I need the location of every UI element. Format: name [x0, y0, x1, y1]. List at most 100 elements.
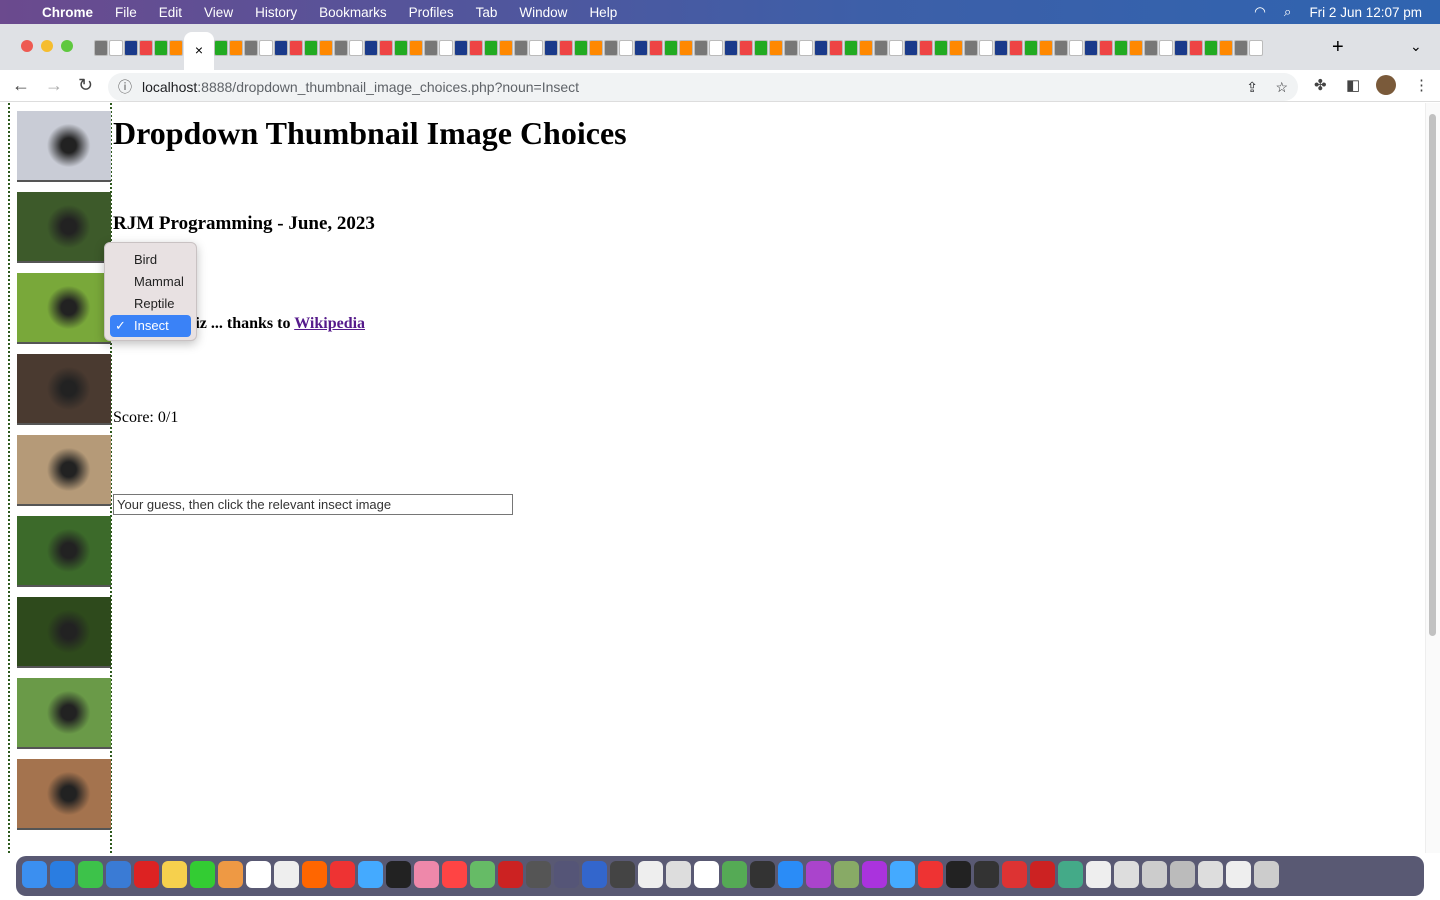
tab-favicon[interactable] [784, 40, 798, 56]
tab-favicon[interactable] [274, 40, 288, 56]
tab-favicon[interactable] [1129, 40, 1143, 56]
dock-app-icon[interactable] [1114, 861, 1139, 888]
tab-favicon[interactable] [589, 40, 603, 56]
tab-favicon[interactable] [559, 40, 573, 56]
tab-favicon[interactable] [1249, 40, 1263, 56]
insect-thumbnail[interactable] [17, 354, 111, 425]
tab-favicon[interactable] [109, 40, 123, 56]
dock-app-icon[interactable] [778, 861, 803, 888]
tab-favicon[interactable] [169, 40, 183, 56]
option-reptile[interactable]: Reptile [110, 293, 191, 315]
wikipedia-link[interactable]: Wikipedia [294, 315, 365, 332]
insect-thumbnail[interactable] [17, 597, 111, 668]
side-panel-icon[interactable]: ◧ [1346, 76, 1360, 94]
insect-thumbnail[interactable] [17, 192, 111, 263]
tab-favicon[interactable] [934, 40, 948, 56]
zoom-window-button[interactable] [61, 40, 73, 52]
tab-favicon[interactable] [1204, 40, 1218, 56]
tab-favicon[interactable] [1009, 40, 1023, 56]
dock-app-icon[interactable] [274, 861, 299, 888]
tab-favicon[interactable] [394, 40, 408, 56]
dock-app-icon[interactable] [470, 861, 495, 888]
tab-favicon[interactable] [1084, 40, 1098, 56]
dock-app-icon[interactable] [1198, 861, 1223, 888]
tab-favicon[interactable] [799, 40, 813, 56]
tab-favicon[interactable] [1069, 40, 1083, 56]
insect-thumbnail[interactable] [17, 678, 111, 749]
tab-favicon[interactable] [244, 40, 258, 56]
minimize-window-button[interactable] [41, 40, 53, 52]
dock-app-icon[interactable] [498, 861, 523, 888]
option-mammal[interactable]: Mammal [110, 271, 191, 293]
tab-favicon[interactable] [664, 40, 678, 56]
dock-app-icon[interactable] [750, 861, 775, 888]
new-tab-button[interactable]: + [1332, 36, 1344, 59]
more-menu-icon[interactable]: ⋮ [1414, 76, 1429, 94]
tab-favicon[interactable] [694, 40, 708, 56]
dock-app-icon[interactable] [806, 861, 831, 888]
wifi-icon[interactable]: ◠ [1254, 4, 1266, 20]
option-insect[interactable]: ✓ Insect [110, 315, 191, 337]
forward-icon[interactable]: → [45, 75, 63, 96]
tab-favicon[interactable] [1024, 40, 1038, 56]
menu-view[interactable]: View [204, 5, 233, 20]
tab-favicon[interactable] [154, 40, 168, 56]
insect-thumbnail[interactable] [17, 759, 111, 830]
dock-app-icon[interactable] [862, 861, 887, 888]
dock-app-icon[interactable] [358, 861, 383, 888]
close-tab-icon[interactable]: × [195, 42, 203, 58]
avatar[interactable] [1376, 75, 1396, 95]
dock-app-icon[interactable] [1226, 861, 1251, 888]
tab-favicon[interactable] [709, 40, 723, 56]
tab-favicon[interactable] [1039, 40, 1053, 56]
tab-favicon[interactable] [1174, 40, 1188, 56]
tab-favicon[interactable] [439, 40, 453, 56]
tab-favicon[interactable] [289, 40, 303, 56]
tab-favicon[interactable] [214, 40, 228, 56]
dock-app-icon[interactable] [1030, 861, 1055, 888]
reload-icon[interactable]: ↻ [78, 75, 93, 96]
active-tab[interactable]: × [184, 32, 214, 70]
tab-favicon[interactable] [139, 40, 153, 56]
dock-app-icon[interactable] [582, 861, 607, 888]
tab-favicon[interactable] [889, 40, 903, 56]
dock-app-icon[interactable] [1002, 861, 1027, 888]
tab-favicon[interactable] [724, 40, 738, 56]
guess-input[interactable] [113, 494, 513, 515]
dock-app-icon[interactable] [386, 861, 411, 888]
menu-tab[interactable]: Tab [476, 5, 498, 20]
tab-favicon[interactable] [409, 40, 423, 56]
dock-app-icon[interactable] [302, 861, 327, 888]
tab-favicon[interactable] [619, 40, 633, 56]
dock-app-icon[interactable] [890, 861, 915, 888]
tab-favicon[interactable] [634, 40, 648, 56]
dock-app-icon[interactable] [1170, 861, 1195, 888]
tab-favicon[interactable] [304, 40, 318, 56]
share-icon[interactable]: ⇪ [1246, 73, 1258, 101]
tab-favicon[interactable] [484, 40, 498, 56]
tab-favicon[interactable] [319, 40, 333, 56]
tab-favicon[interactable] [259, 40, 273, 56]
dock-app-icon[interactable] [918, 861, 943, 888]
dock-app-icon[interactable] [666, 861, 691, 888]
dock-app-icon[interactable] [442, 861, 467, 888]
dock-app-icon[interactable] [22, 861, 47, 888]
dock-app-icon[interactable] [134, 861, 159, 888]
tab-favicon[interactable] [1219, 40, 1233, 56]
menu-edit[interactable]: Edit [159, 5, 182, 20]
dock-app-icon[interactable] [330, 861, 355, 888]
tab-favicon[interactable] [124, 40, 138, 56]
tab-favicon[interactable] [604, 40, 618, 56]
tab-favicon[interactable] [769, 40, 783, 56]
tab-favicon[interactable] [499, 40, 513, 56]
dock-app-icon[interactable] [610, 861, 635, 888]
dock-app-icon[interactable] [554, 861, 579, 888]
dock-app-icon[interactable] [974, 861, 999, 888]
dock-app-icon[interactable] [162, 861, 187, 888]
scrollbar-thumb[interactable] [1429, 114, 1436, 636]
dock-app-icon[interactable] [694, 861, 719, 888]
tab-favicon[interactable] [514, 40, 528, 56]
tab-favicon[interactable] [649, 40, 663, 56]
tab-favicon[interactable] [979, 40, 993, 56]
tab-favicon[interactable] [364, 40, 378, 56]
